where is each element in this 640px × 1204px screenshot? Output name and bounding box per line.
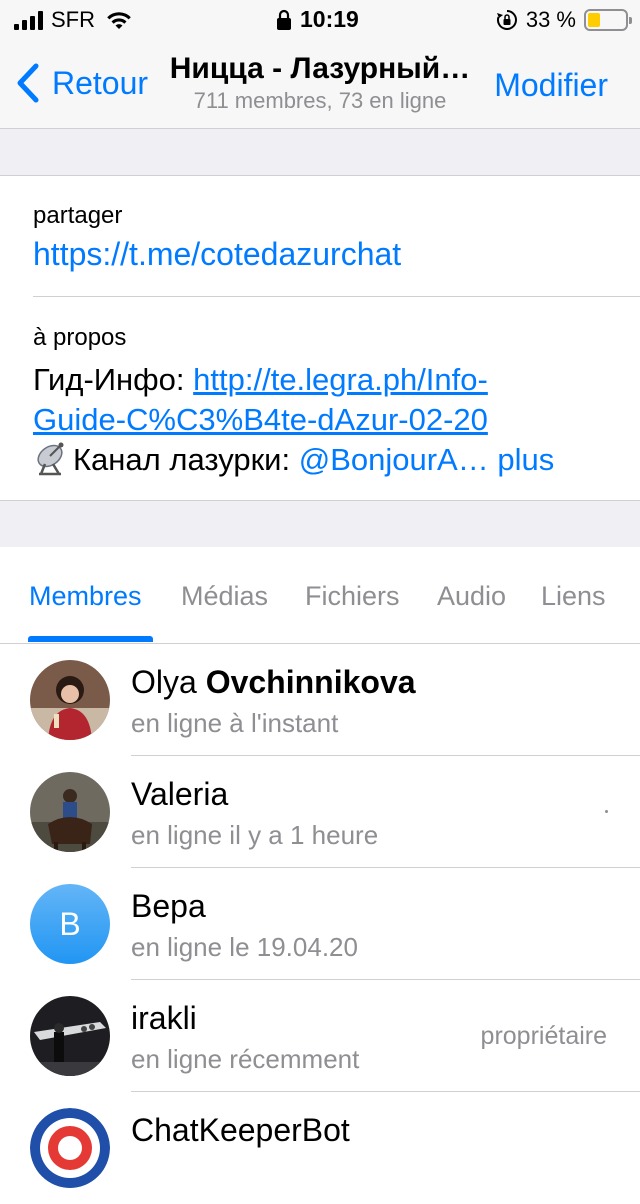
chat-title: Ницца - Лазурный… <box>169 52 471 85</box>
section-spacer <box>0 129 640 176</box>
member-row[interactable]: irakli en ligne récemment propriétaire <box>0 980 640 1092</box>
group-info-section: partager https://t.me/cotedazurchat à pr… <box>0 176 640 500</box>
tab-files[interactable]: Fichiers <box>305 581 400 612</box>
status-dot <box>605 810 608 813</box>
about-prefix: Гид-Инфо: <box>33 362 194 397</box>
wifi-icon <box>107 12 131 29</box>
member-row[interactable]: Olya Ovchinnikova en ligne à l'instant <box>0 644 640 756</box>
avatar <box>30 772 110 852</box>
back-label: Retour <box>52 64 149 101</box>
edit-button[interactable]: Modifier <box>494 67 608 104</box>
avatar-initial: В <box>30 884 110 964</box>
active-tab-indicator <box>28 636 153 642</box>
avatar <box>30 660 110 740</box>
about-link[interactable]: http://te.legra.ph/Info- <box>193 362 488 397</box>
section-spacer <box>0 500 640 548</box>
tab-media[interactable]: Médias <box>181 581 268 612</box>
member-status: en ligne récemment <box>131 1044 360 1074</box>
rotation-lock-icon <box>496 10 517 30</box>
member-row[interactable]: ChatKeeperBot <box>0 1092 640 1204</box>
chevron-left-icon <box>17 63 39 103</box>
satellite-antenna-icon <box>37 442 64 476</box>
share-label: partager <box>33 202 123 229</box>
about-label: à propos <box>33 324 127 351</box>
more-link[interactable]: plus <box>489 442 554 477</box>
member-status: en ligne le 19.04.20 <box>131 932 358 962</box>
member-status: en ligne à l'instant <box>131 708 339 738</box>
member-row[interactable]: В Вера en ligne le 19.04.20 <box>0 868 640 980</box>
chat-title-block[interactable]: Ницца - Лазурный… 711 membres, 73 en lig… <box>160 52 480 114</box>
tab-members[interactable]: Membres <box>29 581 142 612</box>
battery-percentage: 33 % <box>525 7 576 32</box>
avatar <box>30 996 110 1076</box>
member-status: en ligne il y a 1 heure <box>131 820 379 850</box>
about-line3-text: Канал лазурки: <box>73 442 299 477</box>
tab-audio[interactable]: Audio <box>437 581 506 612</box>
share-link[interactable]: https://t.me/cotedazurchat <box>33 236 401 273</box>
signal-icon <box>14 10 43 30</box>
member-name: Olya Ovchinnikova <box>131 664 416 700</box>
media-tabs: Membres Médias Fichiers Audio Liens <box>0 547 640 644</box>
avatar <box>30 1108 110 1188</box>
status-bar: SFR 10:19 33 % <box>0 0 640 40</box>
back-button[interactable]: Retour <box>14 62 148 104</box>
about-mention[interactable]: @BonjourA… <box>299 442 489 477</box>
chat-subtitle: 711 membres, 73 en ligne <box>193 88 447 113</box>
divider <box>33 296 640 297</box>
battery-icon <box>584 9 632 31</box>
about-link-continued[interactable]: Guide-C%C3%B4te-dAzur-02-20 <box>33 402 488 437</box>
member-name: irakli <box>131 1000 197 1036</box>
member-row[interactable]: Valeria en ligne il y a 1 heure <box>0 756 640 868</box>
about-text: Гид-Инфо: http://te.legra.ph/Info- Guide… <box>33 360 613 480</box>
member-name: Вера <box>131 888 206 924</box>
member-name: Valeria <box>131 776 229 812</box>
member-name: ChatKeeperBot <box>131 1112 350 1148</box>
carrier-name: SFR <box>51 7 95 32</box>
clock: 10:19 <box>300 6 359 32</box>
member-role-badge: propriétaire <box>480 1022 607 1050</box>
navigation-bar: Retour Ницца - Лазурный… 711 membres, 73… <box>0 40 640 129</box>
avatar: В <box>30 884 110 964</box>
lock-icon <box>277 9 291 30</box>
tab-links[interactable]: Liens <box>541 581 606 612</box>
